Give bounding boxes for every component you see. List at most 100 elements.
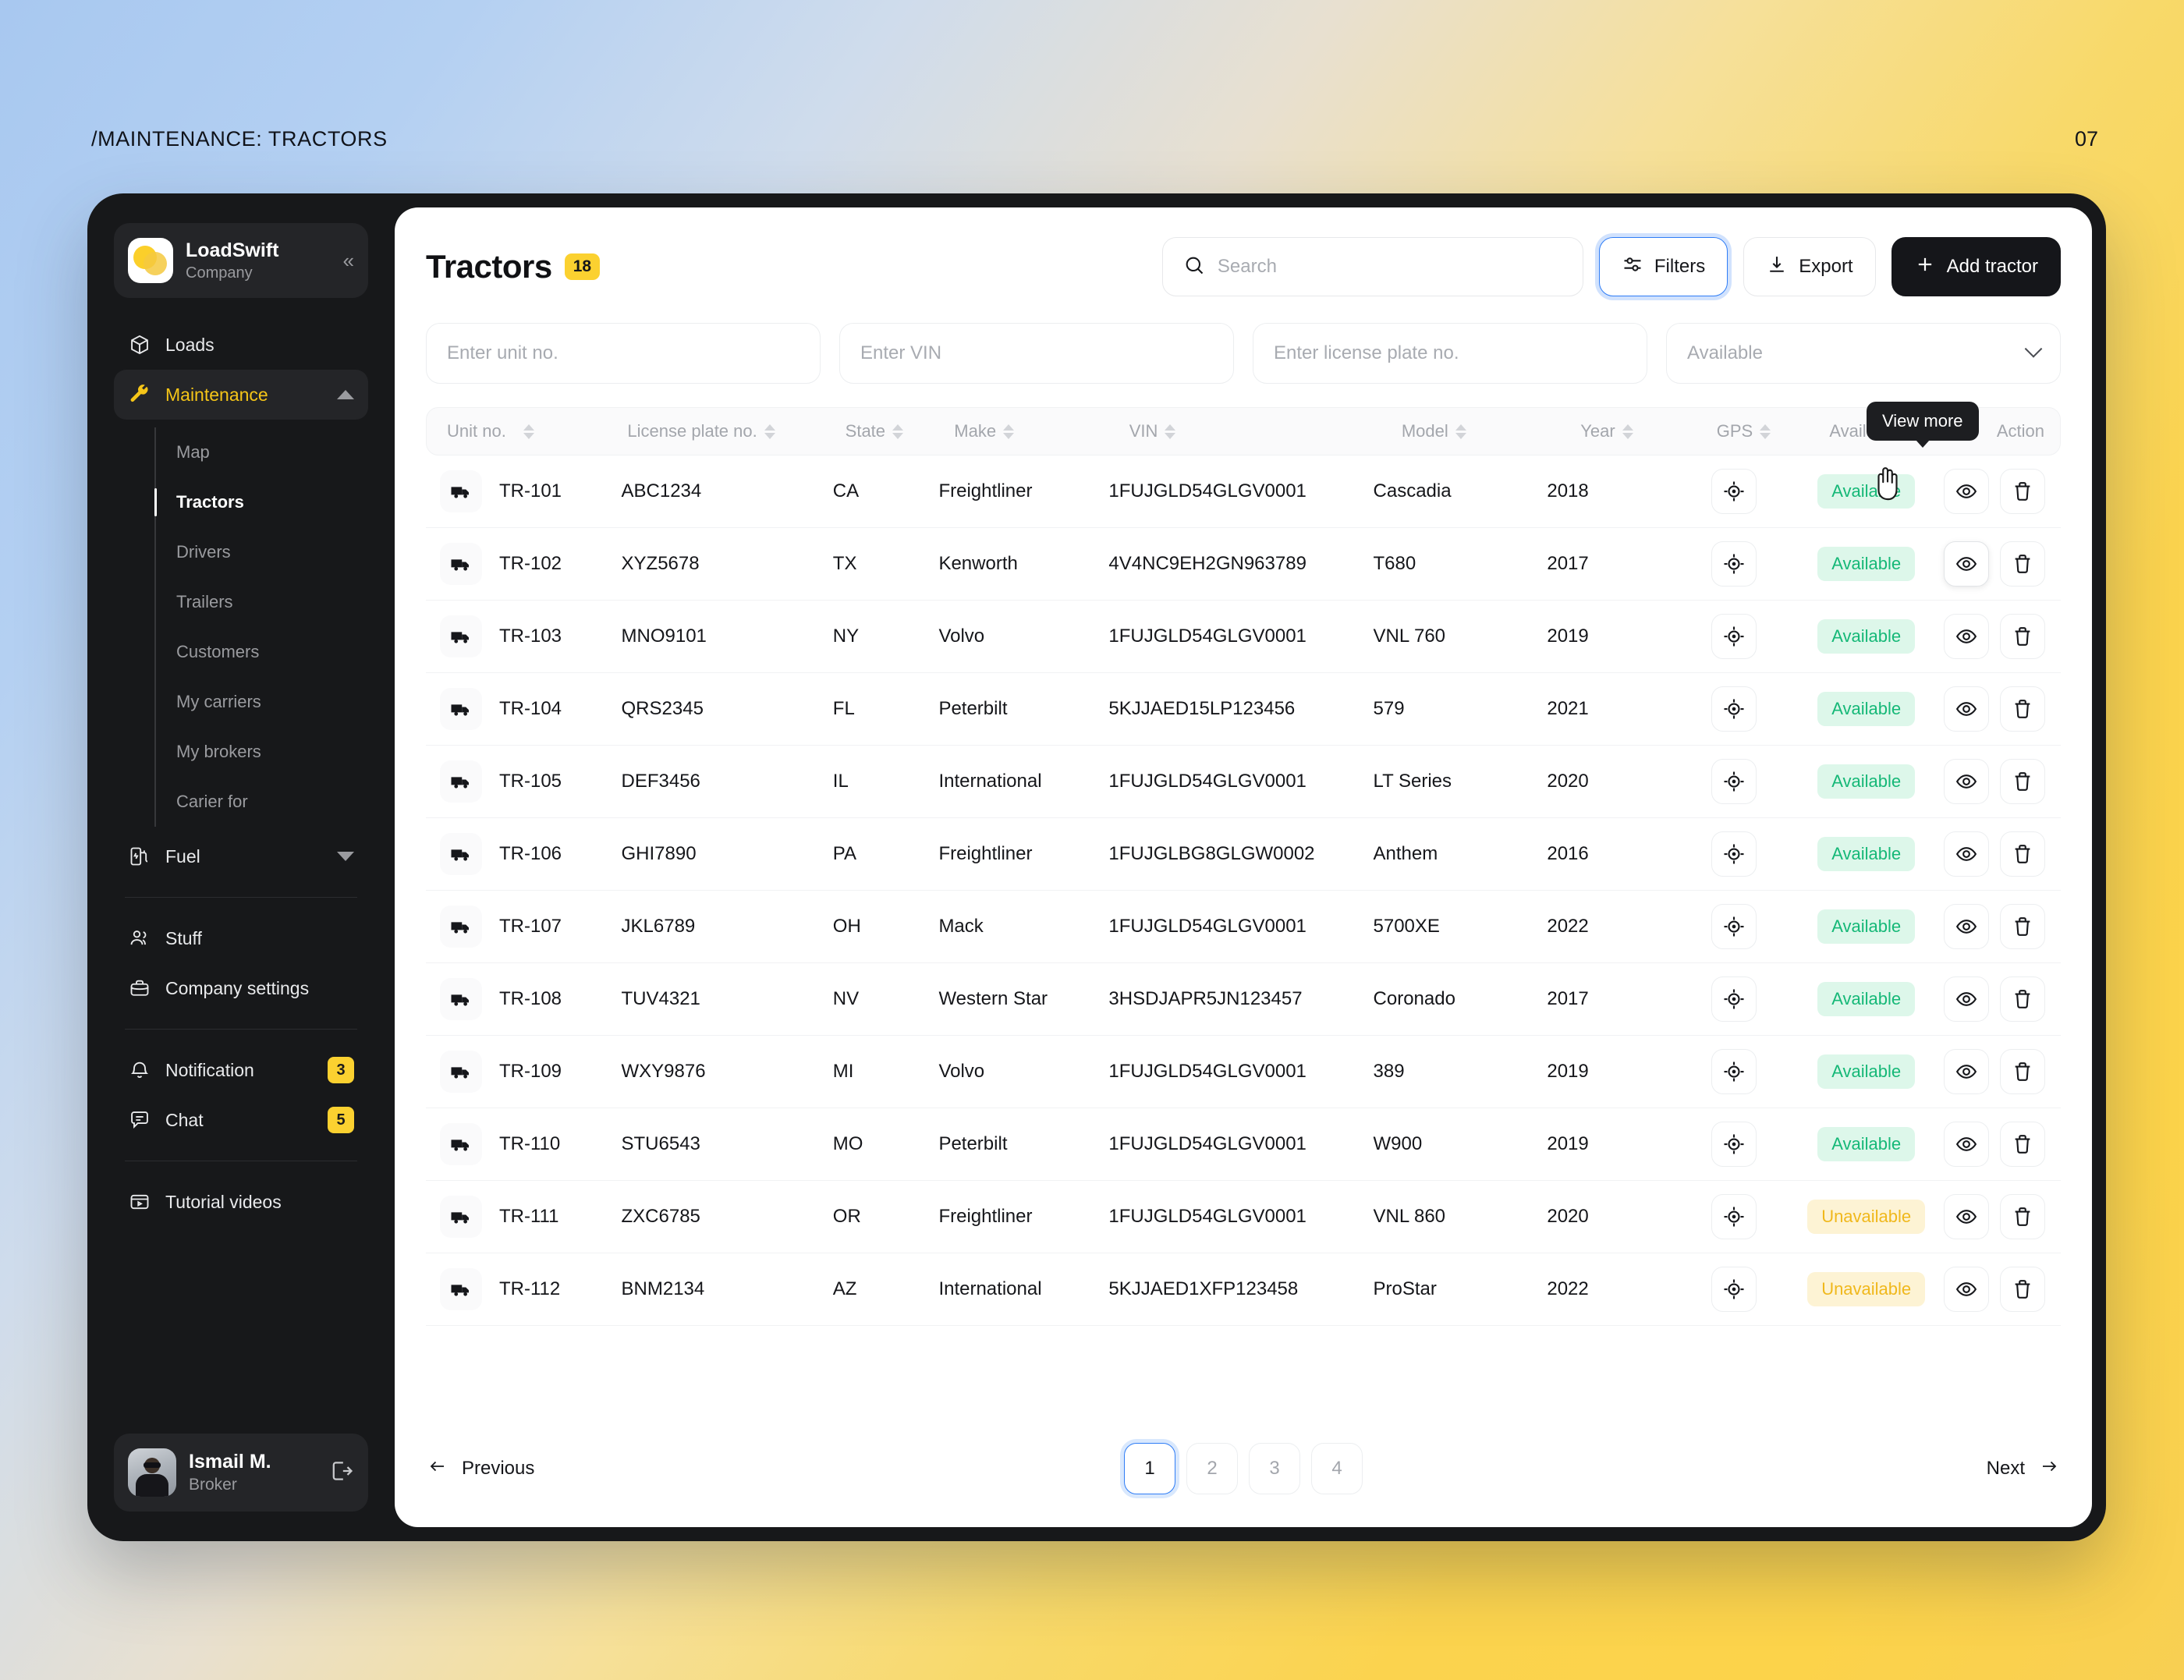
gps-button[interactable] <box>1711 469 1757 514</box>
vin-field[interactable] <box>839 323 1234 384</box>
delete-button[interactable] <box>1999 686 2045 732</box>
gps-button[interactable] <box>1711 541 1757 587</box>
gps-button[interactable] <box>1711 976 1757 1022</box>
sidebar-item-my-carriers[interactable]: My carriers <box>176 677 368 727</box>
gps-button[interactable] <box>1711 686 1757 732</box>
delete-button[interactable] <box>1999 469 2045 514</box>
sort-icon[interactable] <box>523 424 534 439</box>
sort-icon[interactable] <box>1760 424 1771 439</box>
search-box[interactable] <box>1161 237 1583 296</box>
delete-button[interactable] <box>1999 1194 2045 1239</box>
sidebar-item-tractors[interactable]: Tractors <box>154 477 368 527</box>
gps-button[interactable] <box>1711 904 1757 949</box>
col-header-year[interactable]: Year <box>1580 421 1717 441</box>
col-header-license-plate[interactable]: License plate no. <box>627 421 845 441</box>
sort-icon[interactable] <box>1622 424 1633 439</box>
view-button[interactable] <box>1943 1049 1989 1094</box>
gps-button[interactable] <box>1711 614 1757 659</box>
sidebar-item-fuel[interactable]: Fuel <box>114 831 368 881</box>
logout-icon[interactable] <box>328 1458 354 1488</box>
table-row[interactable]: TR-111 ZXC6785 OR Freightliner 1FUJGLD54GLGV… <box>426 1181 2061 1253</box>
sidebar-item-drivers[interactable]: Drivers <box>176 527 368 577</box>
chevrons-left-icon[interactable]: « <box>343 249 354 273</box>
gps-button[interactable] <box>1711 831 1757 877</box>
delete-button[interactable] <box>1999 1122 2045 1167</box>
view-button[interactable] <box>1943 976 1989 1022</box>
sidebar-item-customers[interactable]: Customers <box>176 627 368 677</box>
sidebar-item-chat[interactable]: Chat 5 <box>114 1095 368 1145</box>
delete-button[interactable] <box>1999 831 2045 877</box>
sidebar-item-loads[interactable]: Loads <box>114 320 368 370</box>
status-select[interactable]: Available <box>1666 323 2061 384</box>
page-number-button[interactable]: 4 <box>1311 1443 1363 1494</box>
table-row[interactable]: TR-106 GHI7890 PA Freightliner 1FUJGLBG8GLGW… <box>426 818 2061 891</box>
delete-button[interactable] <box>1999 1267 2045 1312</box>
table-row[interactable]: TR-104 QRS2345 FL Peterbilt 5KJJAED15LP12345… <box>426 673 2061 746</box>
view-button[interactable] <box>1943 831 1989 877</box>
table-row[interactable]: TR-105 DEF3456 IL International 1FUJGLD54GLG… <box>426 746 2061 818</box>
col-header-action[interactable]: Action <box>1989 421 2060 441</box>
table-row[interactable]: TR-112 BNM2134 AZ International 5KJJAED1XFP1… <box>426 1253 2061 1326</box>
delete-button[interactable] <box>1999 614 2045 659</box>
vin-input[interactable] <box>860 342 1213 364</box>
license-plate-field[interactable] <box>1253 323 1647 384</box>
search-input[interactable] <box>1217 256 1562 278</box>
view-button[interactable] <box>1943 1194 1989 1239</box>
sidebar-item-trailers[interactable]: Trailers <box>176 577 368 627</box>
gps-button[interactable] <box>1711 1122 1757 1167</box>
view-button[interactable] <box>1943 1122 1989 1167</box>
sidebar-item-map[interactable]: Map <box>176 427 368 477</box>
view-button[interactable] <box>1943 469 1989 514</box>
col-header-gps[interactable]: GPS <box>1717 421 1830 441</box>
col-header-vin[interactable]: VIN <box>1129 421 1402 441</box>
sort-icon[interactable] <box>764 424 775 439</box>
unit-no-field[interactable] <box>426 323 821 384</box>
gps-button[interactable] <box>1711 759 1757 804</box>
sidebar-item-tutorial-videos[interactable]: Tutorial videos <box>114 1177 368 1227</box>
table-row[interactable]: TR-107 JKL6789 OH Mack 1FUJGLD54GLGV0001 5700… <box>426 891 2061 963</box>
gps-button[interactable] <box>1711 1267 1757 1312</box>
view-button[interactable] <box>1943 614 1989 659</box>
license-plate-input[interactable] <box>1274 342 1626 364</box>
sidebar-item-carier-for[interactable]: Carier for <box>176 777 368 827</box>
col-header-unit-no[interactable]: Unit no. <box>427 421 627 441</box>
delete-button[interactable] <box>1999 759 2045 804</box>
col-header-state[interactable]: State <box>846 421 955 441</box>
view-button[interactable] <box>1943 1267 1989 1312</box>
unit-no-input[interactable] <box>447 342 800 364</box>
delete-button[interactable] <box>1999 541 2045 587</box>
chevron-up-icon[interactable] <box>337 390 354 399</box>
sort-icon[interactable] <box>1165 424 1176 439</box>
col-header-model[interactable]: Model <box>1402 421 1580 441</box>
table-row[interactable]: TR-101 ABC1234 CA Freightliner 1FUJGLD54GLGV… <box>426 455 2061 528</box>
next-button[interactable]: Next <box>1987 1457 2061 1481</box>
table-row[interactable]: TR-110 STU6543 MO Peterbilt 1FUJGLD54GLGV000… <box>426 1108 2061 1181</box>
page-number-button[interactable]: 3 <box>1249 1443 1300 1494</box>
table-row[interactable]: TR-103 MNO9101 NY Volvo 1FUJGLD54GLGV0001 VNL… <box>426 601 2061 673</box>
sort-icon[interactable] <box>1455 424 1466 439</box>
table-row[interactable]: TR-102 XYZ5678 TX Kenworth 4V4NC9EH2GN963789… <box>426 528 2061 601</box>
page-number-button[interactable]: 2 <box>1186 1443 1238 1494</box>
sidebar-item-stuff[interactable]: Stuff <box>114 913 368 963</box>
sort-icon[interactable] <box>892 424 904 439</box>
export-button[interactable]: Export <box>1743 237 1876 296</box>
view-button[interactable] <box>1943 904 1989 949</box>
view-button[interactable] <box>1943 686 1989 732</box>
sidebar-item-company-settings[interactable]: Company settings <box>114 963 368 1013</box>
sort-icon[interactable] <box>1003 424 1015 439</box>
add-tractor-button[interactable]: Add tractor <box>1891 237 2061 296</box>
gps-button[interactable] <box>1711 1049 1757 1094</box>
view-button[interactable] <box>1943 759 1989 804</box>
view-button[interactable] <box>1943 541 1989 587</box>
brand-card[interactable]: LoadSwift Company « <box>114 223 368 298</box>
sidebar-item-my-brokers[interactable]: My brokers <box>176 727 368 777</box>
sidebar-item-notification[interactable]: Notification 3 <box>114 1045 368 1095</box>
delete-button[interactable] <box>1999 976 2045 1022</box>
page-number-button[interactable]: 1 <box>1124 1443 1175 1494</box>
sidebar-item-maintenance[interactable]: Maintenance <box>114 370 368 420</box>
table-row[interactable]: TR-108 TUV4321 NV Western Star 3HSDJAPR5JN12… <box>426 963 2061 1036</box>
gps-button[interactable] <box>1711 1194 1757 1239</box>
previous-button[interactable]: Previous <box>426 1457 534 1481</box>
col-header-make[interactable]: Make <box>954 421 1129 441</box>
delete-button[interactable] <box>1999 904 2045 949</box>
